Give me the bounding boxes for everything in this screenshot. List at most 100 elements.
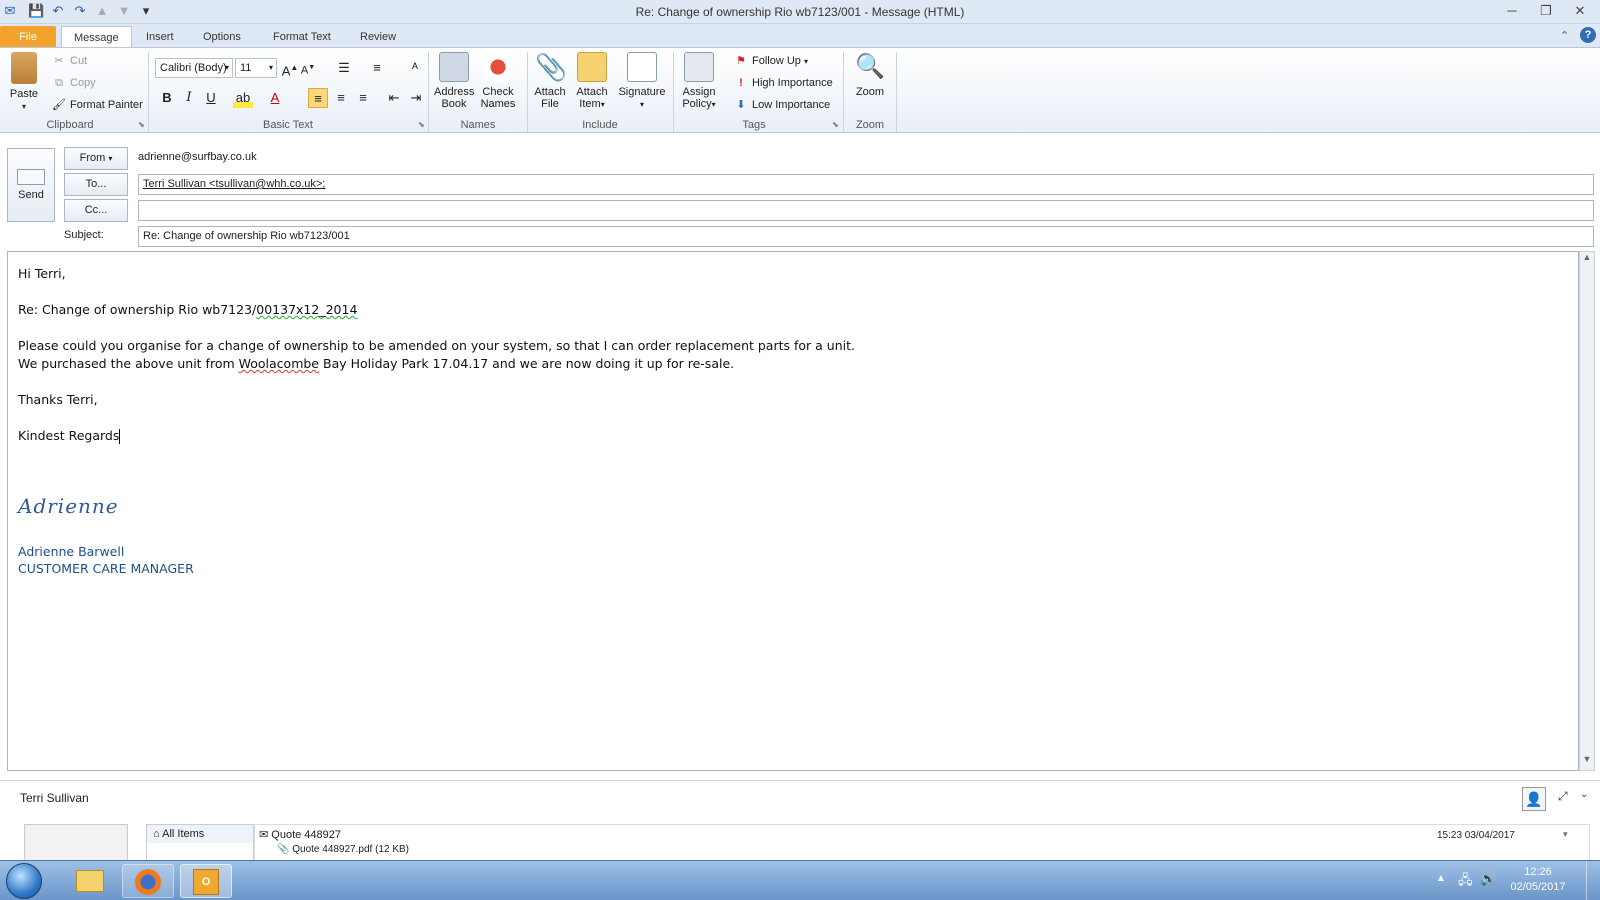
tab-message[interactable]: Message xyxy=(61,26,132,48)
volume-icon[interactable]: 🔊 xyxy=(1480,871,1496,887)
check-names-button[interactable]: Check Names xyxy=(478,52,518,110)
to-button[interactable]: To... xyxy=(64,173,128,196)
body-thanks: Thanks Terri, xyxy=(18,392,98,407)
highlight-icon[interactable]: ab xyxy=(233,88,253,108)
tab-format-text[interactable]: Format Text xyxy=(261,26,343,48)
all-items-tab[interactable]: ⌂ All Items xyxy=(147,825,253,843)
align-center-icon[interactable]: ≡ xyxy=(331,88,351,108)
body-scrollbar[interactable]: ▲ ▼ xyxy=(1579,251,1595,771)
italic-icon[interactable]: I xyxy=(179,88,199,108)
attachment-item[interactable]: 📎 Quote 448927.pdf (12 KB) xyxy=(277,844,409,855)
network-icon[interactable]: 🖧 xyxy=(1458,871,1473,893)
collapse-ribbon-icon[interactable]: ⌃ xyxy=(1560,29,1569,42)
chevron-down-icon[interactable]: ▾ xyxy=(1563,829,1568,840)
attach-item-button[interactable]: Attach Item▾ xyxy=(572,52,612,111)
people-pane-contact[interactable]: Terri Sullivan xyxy=(20,791,89,805)
to-recipient[interactable]: Terri Sullivan <tsullivan@whh.co.uk>; xyxy=(143,178,325,190)
help-icon[interactable]: ? xyxy=(1580,27,1596,43)
tags-launcher-icon[interactable]: ⬊ xyxy=(832,120,839,129)
tab-insert[interactable]: Insert xyxy=(134,26,186,48)
decrease-indent-icon[interactable]: ⇤ xyxy=(384,88,404,108)
format-painter-button[interactable]: 🖌 Format Painter xyxy=(52,96,143,114)
basic-text-launcher-icon[interactable]: ⬊ xyxy=(418,120,425,129)
taskbar-firefox[interactable] xyxy=(122,864,174,898)
flag-icon: ⚑ xyxy=(736,55,746,67)
folder-icon xyxy=(76,870,104,892)
attach-file-button[interactable]: 📎 Attach File xyxy=(533,52,567,110)
clipboard-launcher-icon[interactable]: ⬊ xyxy=(138,120,145,129)
cc-field[interactable] xyxy=(138,200,1594,221)
follow-up-button[interactable]: ⚑ Follow Up ▾ xyxy=(734,52,808,70)
chevron-down-icon[interactable]: ⌄ xyxy=(1580,789,1588,800)
bullets-icon[interactable]: ☰ xyxy=(334,58,354,78)
cut-button[interactable]: ✂ Cut xyxy=(52,52,87,70)
numbering-icon[interactable]: ≡ xyxy=(367,58,387,78)
basic-text-group-label: Basic Text xyxy=(263,119,313,131)
send-button[interactable]: Send xyxy=(7,148,55,222)
show-desktop-button[interactable] xyxy=(1586,861,1600,900)
item-title: Quote 448927 xyxy=(271,829,342,841)
signature-button[interactable]: Signature ▾ xyxy=(616,52,668,111)
low-importance-button[interactable]: ⬇ Low Importance xyxy=(734,96,830,114)
grow-font-icon[interactable]: A▲ xyxy=(280,58,300,78)
scissors-icon: ✂ xyxy=(54,55,64,67)
paste-button[interactable]: Paste ▾ xyxy=(6,52,42,113)
brush-icon: 🖌 xyxy=(52,99,66,111)
subject-field[interactable]: Re: Change of ownership Rio wb7123/001 xyxy=(138,226,1594,247)
underline-icon[interactable]: U xyxy=(201,88,221,108)
font-color-icon[interactable]: A xyxy=(265,88,285,108)
cc-button[interactable]: Cc... xyxy=(64,199,128,222)
text-cursor xyxy=(119,429,121,444)
bold-icon[interactable]: B xyxy=(157,88,177,108)
assign-policy-label: Assign Policy xyxy=(682,86,716,110)
minimize-icon[interactable]: ─ xyxy=(1500,2,1524,20)
reference-text: Re: Change of ownership Rio wb7123/ xyxy=(18,302,257,317)
taskbar: O ▲ 🖧 🔊 12:26 02/05/2017 xyxy=(0,860,1600,900)
tab-review[interactable]: Review xyxy=(348,26,408,48)
taskbar-outlook[interactable]: O xyxy=(180,864,232,898)
cut-label: Cut xyxy=(70,55,88,67)
clock[interactable]: 12:26 02/05/2017 xyxy=(1508,865,1568,895)
restore-icon[interactable]: ❐ xyxy=(1534,2,1558,20)
to-field[interactable]: Terri Sullivan <tsullivan@whh.co.uk>; xyxy=(138,174,1594,195)
address-book-label: Address Book xyxy=(434,86,475,110)
high-importance-button[interactable]: ! High Importance xyxy=(734,74,833,92)
address-book-button[interactable]: Address Book xyxy=(434,52,474,110)
align-right-icon[interactable]: ≡ xyxy=(353,88,373,108)
message-body[interactable]: Hi Terri, Re: Change of ownership Rio wb… xyxy=(7,251,1579,771)
people-pane-nav: ⌂ All Items xyxy=(146,824,254,862)
body-reference-line: Re: Change of ownership Rio wb7123/00137… xyxy=(18,302,357,317)
down-arrow-icon: ⬇ xyxy=(736,99,746,111)
tray-expand-icon[interactable]: ▲ xyxy=(1436,873,1446,884)
people-pane-items: ✉ Quote 448927 📎 Quote 448927.pdf (12 KB… xyxy=(254,824,1590,862)
copy-button[interactable]: ⧉ Copy xyxy=(52,74,96,92)
separator xyxy=(896,52,897,132)
styles-icon[interactable]: ᴬ xyxy=(405,58,425,78)
close-icon[interactable]: ✕ xyxy=(1568,2,1592,20)
font-size-select[interactable]: 11 ▾ xyxy=(235,58,277,78)
high-importance-label: High Importance xyxy=(752,77,833,89)
font-name-select[interactable]: Calibri (Body) ▾ xyxy=(155,58,233,78)
from-button[interactable]: From ▾ xyxy=(64,147,128,170)
font-size-value: 11 xyxy=(240,62,252,74)
from-value: adrienne@surfbay.co.uk xyxy=(138,151,257,163)
zoom-label: Zoom xyxy=(855,86,885,98)
increase-indent-icon[interactable]: ⇥ xyxy=(406,88,426,108)
check-names-icon xyxy=(483,52,513,82)
misspelled-word[interactable]: Woolacombe xyxy=(239,356,319,371)
zoom-button[interactable]: 🔍 Zoom xyxy=(850,52,890,98)
start-button[interactable] xyxy=(6,863,42,899)
scroll-up-icon[interactable]: ▲ xyxy=(1580,252,1594,268)
align-left-icon[interactable]: ≡ xyxy=(308,88,328,108)
send-label: Send xyxy=(18,189,44,201)
list-item[interactable]: ✉ Quote 448927 xyxy=(259,828,341,841)
tab-options[interactable]: Options xyxy=(191,26,253,48)
tab-file[interactable]: File xyxy=(0,26,56,48)
assign-policy-button[interactable]: Assign Policy▾ xyxy=(678,52,720,111)
expand-icon[interactable]: ⤢ xyxy=(1558,789,1568,804)
shrink-font-icon[interactable]: A▼ xyxy=(298,58,318,78)
contact-photo-icon[interactable]: 👤 xyxy=(1522,787,1546,811)
scroll-down-icon[interactable]: ▼ xyxy=(1580,754,1594,770)
taskbar-explorer[interactable] xyxy=(64,864,116,898)
attach-file-label: Attach File xyxy=(534,86,566,110)
